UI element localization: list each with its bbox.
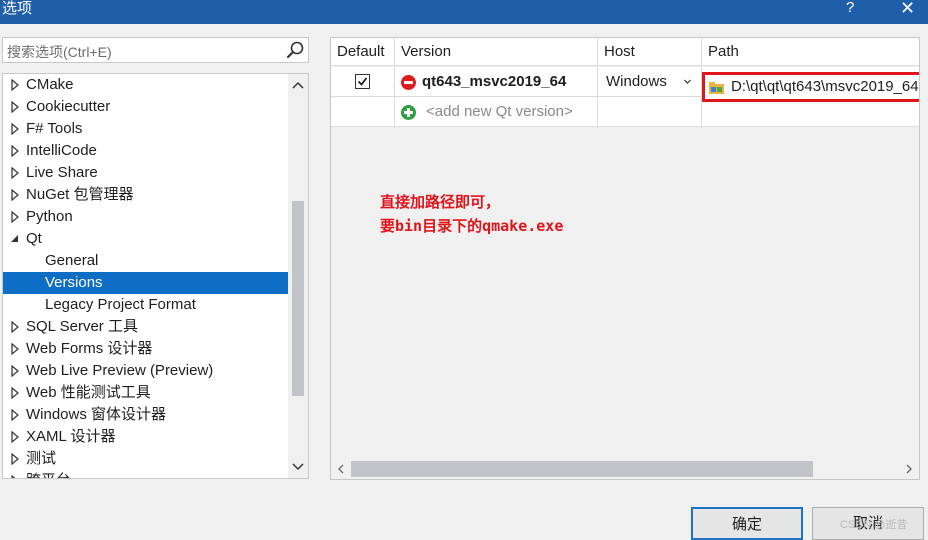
scroll-up-icon[interactable] [288, 76, 308, 94]
check-icon [357, 77, 368, 86]
host-value: Windows [606, 73, 667, 90]
tree-item[interactable]: 跨平台 [3, 470, 288, 479]
tree-item-label: Legacy Project Format [45, 296, 196, 313]
add-row-host-cell [598, 97, 702, 127]
tree-scrollbar[interactable] [288, 74, 308, 478]
tree-item[interactable]: Legacy Project Format [3, 294, 288, 316]
path-cell[interactable]: D:\qt\qt\qt643\msvc2019_64 [702, 72, 919, 102]
tree-scroll-thumb[interactable] [292, 201, 304, 396]
default-cell [331, 67, 395, 97]
tree-item[interactable]: NuGet 包管理器 [3, 184, 288, 206]
tree-item-label: Web 性能测试工具 [26, 384, 151, 401]
search-icon[interactable] [285, 40, 305, 60]
tree-item-label: F# Tools [26, 120, 83, 137]
search-placeholder: 搜索选项(Ctrl+E) [7, 44, 112, 60]
tree-item[interactable]: 测试 [3, 448, 288, 470]
collapsed-arrow-icon[interactable] [9, 426, 21, 448]
collapsed-arrow-icon[interactable] [9, 316, 21, 338]
grid-horizontal-scrollbar[interactable] [331, 458, 919, 479]
collapsed-arrow-icon[interactable] [9, 184, 21, 206]
collapsed-arrow-icon[interactable] [9, 162, 21, 184]
title-bar: 选项 ? ✕ [0, 0, 928, 24]
tree-item-label: General [45, 252, 99, 269]
column-header-default[interactable]: Default [331, 38, 395, 66]
collapsed-arrow-icon[interactable] [9, 96, 21, 118]
tree-item[interactable]: IntelliCode [3, 140, 288, 162]
scroll-right-icon[interactable] [903, 462, 915, 476]
column-header-version[interactable]: Version [395, 38, 598, 66]
scroll-down-icon[interactable] [288, 458, 308, 476]
window-title: 选项 [2, 0, 33, 17]
annotation-text: 直接加路径即可， 要bin目录下的qmake.exe [380, 190, 563, 238]
column-header-host[interactable]: Host [598, 38, 702, 66]
add-version-cell[interactable]: <add new Qt version> [395, 97, 598, 127]
tree-item[interactable]: Qt [3, 228, 288, 250]
tree-item-label: SQL Server 工具 [26, 318, 138, 335]
tree-item[interactable]: Web 性能测试工具 [3, 382, 288, 404]
host-cell[interactable]: Windows [598, 67, 702, 97]
help-button[interactable]: ? [846, 0, 854, 16]
tree-item-label: 跨平台 [26, 470, 71, 478]
remove-version-icon[interactable] [401, 75, 416, 90]
tree-item-label: Web Live Preview (Preview) [26, 362, 214, 379]
chevron-down-icon[interactable] [683, 77, 692, 86]
tree-item-label: 测试 [26, 450, 57, 467]
tree-item[interactable]: General [3, 250, 288, 272]
search-box[interactable]: 搜索选项(Ctrl+E) [2, 37, 309, 63]
column-header-path[interactable]: Path [702, 38, 919, 66]
tree-item[interactable]: SQL Server 工具 [3, 316, 288, 338]
tree-item-label: Versions [45, 274, 103, 291]
collapsed-arrow-icon[interactable] [9, 382, 21, 404]
close-button[interactable]: ✕ [900, 0, 915, 18]
tree-item[interactable]: XAML 设计器 [3, 426, 288, 448]
grid-scroll-thumb[interactable] [351, 461, 813, 477]
path-value[interactable]: D:\qt\qt\qt643\msvc2019_64 [731, 75, 919, 99]
collapsed-arrow-icon[interactable] [9, 448, 21, 470]
scroll-left-icon[interactable] [335, 462, 347, 476]
tree-item[interactable]: Web Live Preview (Preview) [3, 360, 288, 382]
collapsed-arrow-icon[interactable] [9, 206, 21, 228]
version-name: qt643_msvc2019_64 [422, 73, 567, 90]
annotation-line-1: 直接加路径即可， [380, 193, 501, 211]
tree-item-label: Cookiecutter [26, 98, 111, 115]
tree-item[interactable]: Web Forms 设计器 [3, 338, 288, 360]
tree-item[interactable]: Cookiecutter [3, 96, 288, 118]
collapsed-arrow-icon[interactable] [9, 118, 21, 140]
tree-item-label: CMake [26, 76, 74, 93]
tree-item-label: Python [26, 208, 73, 225]
collapsed-arrow-icon[interactable] [9, 404, 21, 426]
tree-item-label: Web Forms 设计器 [26, 340, 153, 357]
tree-item[interactable]: F# Tools [3, 118, 288, 140]
version-cell[interactable]: qt643_msvc2019_64 [395, 67, 598, 97]
annotation-line-2: 要bin目录下的qmake.exe [380, 217, 564, 235]
folder-icon[interactable] [709, 82, 724, 94]
collapsed-arrow-icon[interactable] [9, 140, 21, 162]
collapsed-arrow-icon[interactable] [9, 360, 21, 382]
collapsed-arrow-icon[interactable] [9, 338, 21, 360]
tree-item-label: Qt [26, 230, 42, 247]
add-version-text[interactable]: <add new Qt version> [426, 97, 573, 126]
tree-item-label: Live Share [26, 164, 98, 181]
ok-button[interactable]: 确定 [691, 507, 803, 540]
collapsed-arrow-icon[interactable] [9, 470, 21, 479]
tree-item-label: NuGet 包管理器 [26, 186, 134, 203]
tree-item[interactable]: Windows 窗体设计器 [3, 404, 288, 426]
expanded-arrow-icon[interactable] [9, 228, 21, 250]
tree-item[interactable]: Versions [3, 272, 288, 294]
tree-item[interactable]: Python [3, 206, 288, 228]
add-row-default-cell [331, 97, 395, 127]
collapsed-arrow-icon[interactable] [9, 74, 21, 96]
watermark: CSDN @逝昔 [840, 519, 908, 531]
add-version-icon[interactable] [401, 105, 416, 120]
tree-item[interactable]: Live Share [3, 162, 288, 184]
qt-versions-grid: Default Version Host Path qt643_msvc2019… [330, 37, 920, 480]
tree-item-label: XAML 设计器 [26, 428, 116, 445]
tree-item[interactable]: CMake [3, 74, 288, 96]
tree-item-label: Windows 窗体设计器 [26, 406, 167, 423]
tree-item-label: IntelliCode [26, 142, 97, 159]
default-checkbox[interactable] [355, 74, 370, 89]
options-tree[interactable]: 跨平台 测试 XAML 设计器 Windows 窗体设计器 Web 性能测试工具 Web … [2, 73, 309, 479]
